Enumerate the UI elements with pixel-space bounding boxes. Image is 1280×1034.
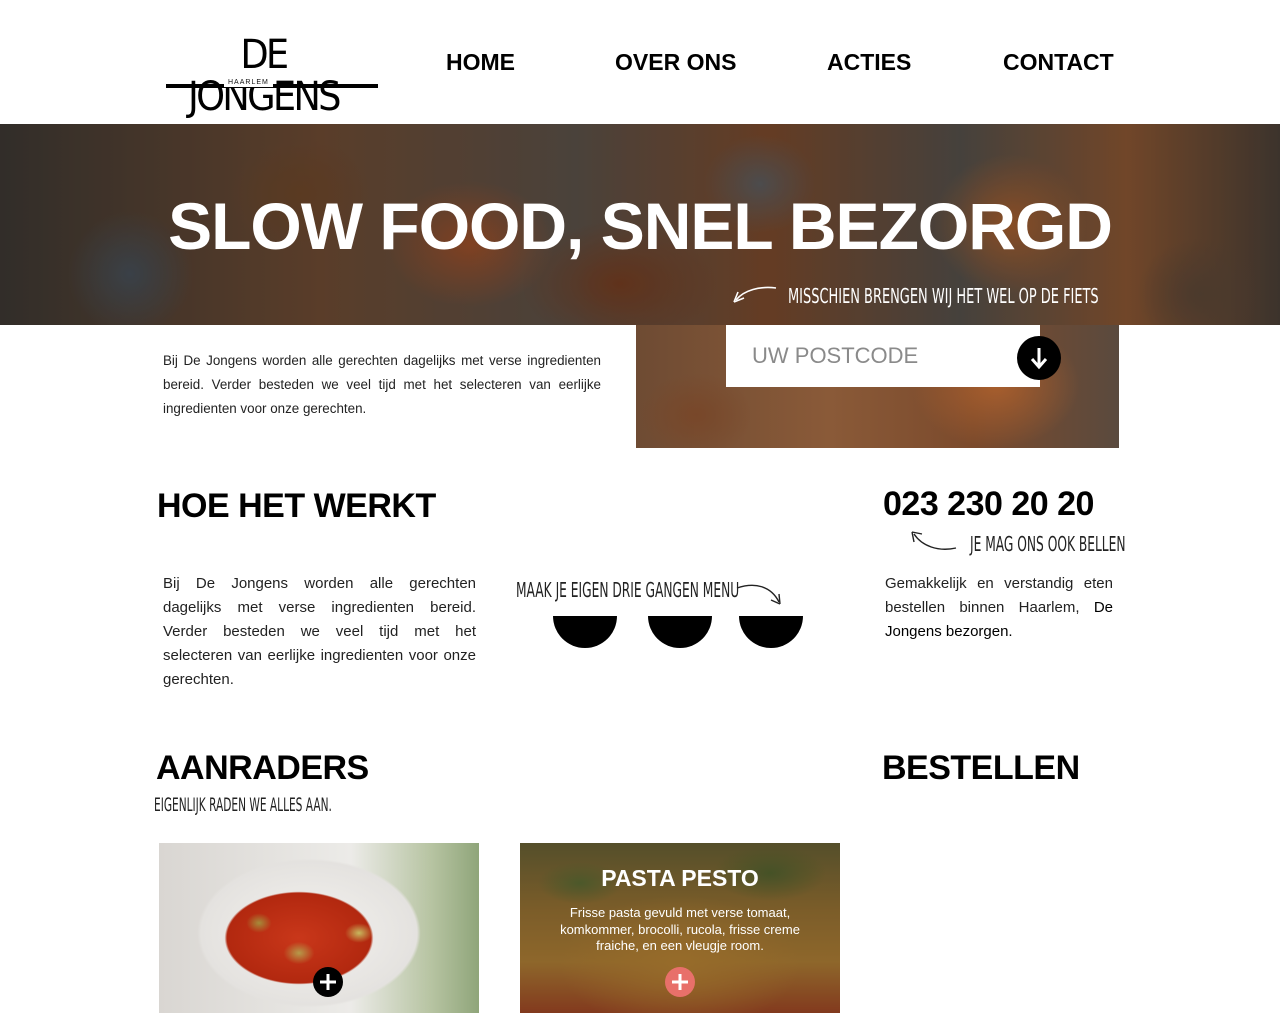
curved-arrow-icon	[736, 584, 781, 605]
hero-title: SLOW FOOD, SNEL BEZORGD	[168, 189, 1113, 263]
logo[interactable]: DE JONGENS HAARLEM	[164, 34, 380, 118]
card-title: PASTA PESTO	[601, 865, 759, 891]
call-label: JE MAG ONS OOK BELLEN	[970, 532, 1126, 556]
hero-subtitle: MISSCHIEN BRENGEN WIJ HET WEL OP DE FIET…	[788, 284, 1099, 308]
recommendations-subtitle: EIGENLIJK RADEN WE ALLES AAN.	[154, 794, 332, 816]
logo-wordmark: DE JONGENS	[188, 32, 341, 120]
nav-over-ons[interactable]: OVER ONS	[615, 48, 736, 76]
curved-arrow-icon	[911, 531, 957, 550]
course-dessert-button[interactable]	[739, 616, 803, 648]
postcode-submit-button[interactable]	[1017, 336, 1061, 380]
card-description: Frisse pasta gevuld met verse tomaat, ko…	[560, 905, 800, 953]
plus-icon	[672, 974, 688, 990]
how-text: Bij De Jongens worden alle gerechten dag…	[163, 575, 476, 688]
phone-number[interactable]: 023 230 20 20	[883, 484, 1094, 524]
recommendation-card-pasta[interactable]: PASTA PESTO Frisse pasta gevuld met vers…	[520, 843, 840, 1013]
curved-arrow-icon	[733, 286, 777, 303]
add-to-order-button[interactable]	[313, 967, 343, 997]
nav-acties[interactable]: ACTIES	[827, 48, 911, 76]
contact-text: Gemakkelijk en verstandig eten bestellen…	[885, 575, 1113, 640]
course-main-button[interactable]	[648, 616, 712, 648]
add-to-order-button[interactable]	[665, 967, 695, 997]
section-title-how: HOE HET WERKT	[157, 487, 436, 525]
course-starter-button[interactable]	[553, 616, 617, 648]
section-title-order: BESTELLEN	[882, 749, 1080, 787]
arrow-down-icon	[1030, 348, 1048, 370]
section-title-recommendations: AANRADERS	[156, 749, 369, 787]
nav-home[interactable]: HOME	[446, 48, 515, 76]
postcode-input[interactable]	[726, 325, 1040, 387]
menu-label: MAAK JE EIGEN DRIE GANGEN MENU	[516, 578, 740, 602]
recommendation-card-soup[interactable]	[159, 843, 479, 1013]
intro-text: Bij De Jongens worden alle gerechten dag…	[163, 353, 601, 416]
logo-subtitle: HAARLEM	[224, 78, 273, 87]
plus-icon	[320, 974, 336, 990]
nav-contact[interactable]: CONTACT	[1003, 48, 1114, 76]
